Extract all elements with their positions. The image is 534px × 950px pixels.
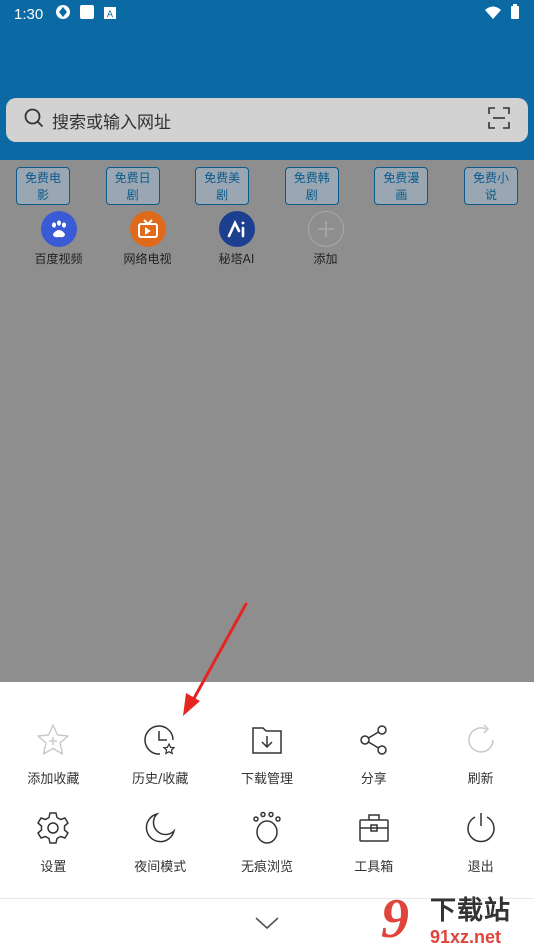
watermark-logo: 9 下载站 91xz.net [360,888,534,950]
chevron-down-icon [254,915,280,935]
power-icon [463,810,499,846]
menu-download-manager[interactable]: 下载管理 [214,722,321,787]
sync-icon [55,4,71,24]
menu-history-bookmarks[interactable]: 历史/收藏 [107,722,214,787]
history-star-icon [142,722,178,758]
star-add-icon [35,722,71,758]
watermark-url: 91xz.net [430,927,502,947]
plus-icon [307,211,344,247]
menu-label: 添加收藏 [27,771,80,787]
refresh-icon [463,722,499,758]
download-folder-icon [249,722,285,758]
menu-share[interactable]: 分享 [320,722,427,787]
menu-row: 设置 夜间模式 无痕浏览 工具箱 退出 [0,798,534,886]
home-content: 免费电影 免费日剧 免费美剧 免费韩剧 免费漫画 免费小说 百度视频 网络电视 … [0,160,534,682]
shortcut-baidu-video[interactable]: 百度视频 [14,211,103,267]
menu-incognito[interactable]: 无痕浏览 [214,810,321,875]
menu-settings[interactable]: 设置 [0,810,107,875]
menu-label: 夜间模式 [134,859,187,875]
shortcut-metaso-ai[interactable]: 秘塔AI [192,211,281,267]
menu-label: 设置 [40,859,67,875]
share-icon [356,722,392,758]
svg-text:A: A [107,10,114,20]
status-time: 1:30 [14,5,44,23]
search-icon [24,108,44,132]
scan-icon[interactable] [488,107,510,133]
tag-item[interactable]: 免费韩剧 [284,167,339,205]
tv-icon [129,211,166,247]
wifi-icon [484,5,502,24]
shortcut-label: 添加 [313,252,338,266]
square-icon [79,4,95,24]
tag-item[interactable]: 免费小说 [463,167,518,205]
battery-icon [510,4,520,24]
a-icon: A [103,5,117,24]
menu-refresh[interactable]: 刷新 [427,722,534,787]
baidu-paw-icon [40,211,77,247]
tag-item[interactable]: 免费日剧 [105,167,160,205]
tag-item[interactable]: 免费电影 [16,167,70,205]
menu-row: 添加收藏 历史/收藏 下载管理 分享 刷新 [0,710,534,798]
shortcut-label: 百度视频 [34,252,83,266]
menu-label: 无痕浏览 [240,859,293,875]
shortcut-grid: 百度视频 网络电视 秘塔AI 添加 [0,211,534,267]
metaso-icon [218,211,255,247]
header: 搜索或输入网址 [0,28,534,160]
shortcut-label: 网络电视 [123,252,172,266]
menu-label: 退出 [467,859,494,875]
menu-label: 下载管理 [240,771,293,787]
menu-label: 工具箱 [354,859,394,875]
menu-toolbox[interactable]: 工具箱 [320,810,427,875]
menu-night-mode[interactable]: 夜间模式 [107,810,214,875]
menu-add-bookmark[interactable]: 添加收藏 [0,722,107,787]
menu-label: 历史/收藏 [132,771,189,787]
status-bar: 1:30 A [0,0,534,28]
menu-exit[interactable]: 退出 [427,810,534,875]
gear-icon [35,810,71,846]
paw-icon [249,810,285,846]
moon-icon [142,810,178,846]
watermark-title: 下载站 [430,896,512,926]
watermark-logo-mark: 9 [381,888,409,950]
search-bar[interactable]: 搜索或输入网址 [6,98,528,142]
category-tags: 免费电影 免费日剧 免费美剧 免费韩剧 免费漫画 免费小说 [0,160,534,205]
tag-item[interactable]: 免费美剧 [195,167,250,205]
shortcut-add[interactable]: 添加 [281,211,370,267]
menu-label: 分享 [360,771,387,787]
menu-label: 刷新 [467,771,494,787]
tag-item[interactable]: 免费漫画 [374,167,429,205]
shortcut-network-tv[interactable]: 网络电视 [103,211,192,267]
toolbox-icon [356,810,392,846]
search-input[interactable]: 搜索或输入网址 [52,108,171,133]
shortcut-label: 秘塔AI [218,252,255,266]
